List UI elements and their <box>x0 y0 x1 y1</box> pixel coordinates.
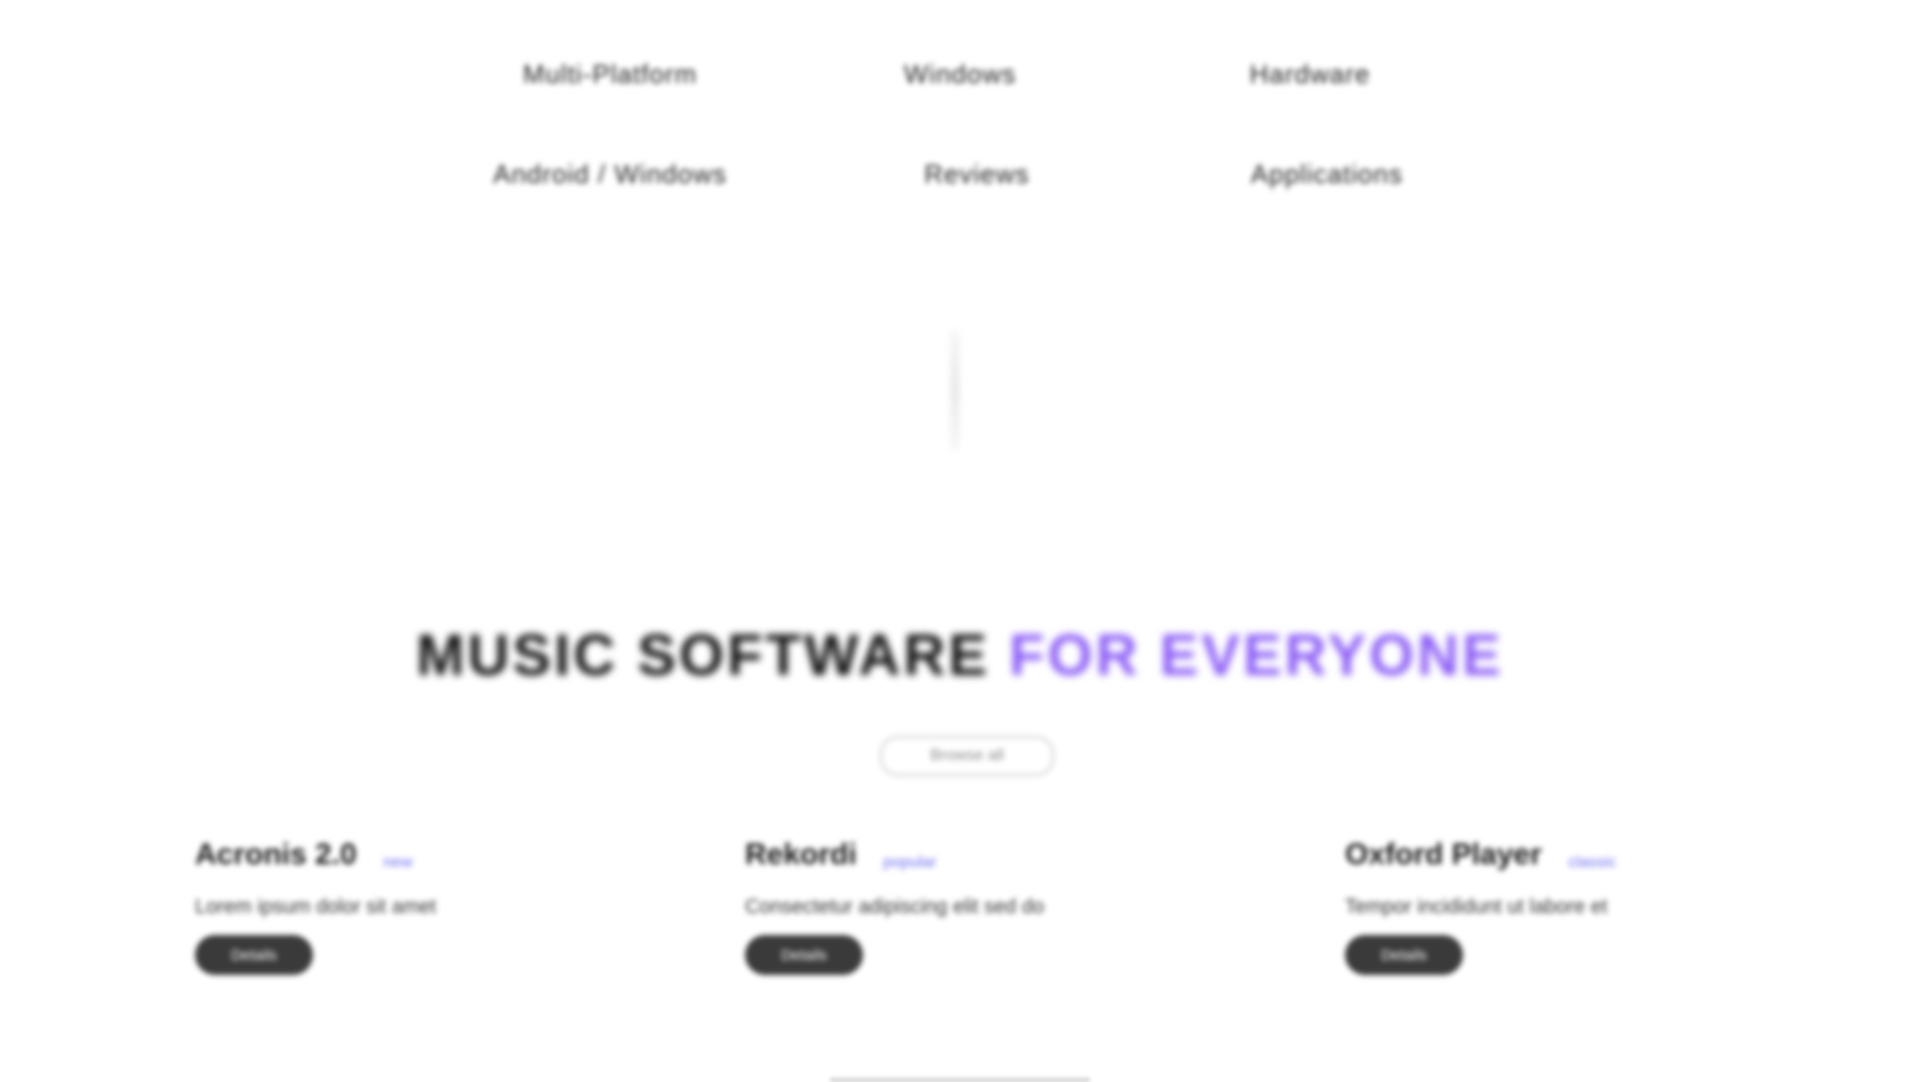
scroll-indicator <box>952 330 958 450</box>
feature-title: Rekordi <box>745 838 857 871</box>
nav-link-reviews[interactable]: Reviews <box>877 159 1077 190</box>
feature-description: Consectetur adipiscing elit sed do <box>745 896 1045 918</box>
feature-card-1: Acronis 2.0 new Lorem ipsum dolor sit am… <box>195 838 615 975</box>
nav-link-multi-platform[interactable]: Multi-Platform <box>510 59 710 90</box>
nav-link-android-windows[interactable]: Android / Windows <box>493 159 727 190</box>
top-navigation: Multi-Platform Windows Hardware Android … <box>0 48 1920 248</box>
feature-title: Acronis 2.0 <box>195 838 357 871</box>
feature-details-button[interactable]: Details <box>1345 935 1463 975</box>
feature-description: Tempor incididunt ut labore et <box>1345 896 1608 918</box>
feature-card-3: Oxford Player classic Tempor incididunt … <box>1345 838 1765 975</box>
feature-details-button[interactable]: Details <box>745 935 863 975</box>
feature-tag: popular <box>883 854 937 871</box>
nav-link-hardware[interactable]: Hardware <box>1210 59 1410 90</box>
headline-accent: FOR EVERYONE <box>1009 623 1504 688</box>
nav-link-windows[interactable]: Windows <box>860 59 1060 90</box>
browse-all-button[interactable]: Browse all <box>880 736 1054 776</box>
feature-details-button[interactable]: Details <box>195 935 313 975</box>
feature-card-2: Rekordi popular Consectetur adipiscing e… <box>745 838 1165 975</box>
footer-divider <box>830 1078 1090 1082</box>
feature-description: Lorem ipsum dolor sit amet <box>195 896 437 918</box>
nav-row-2: Android / Windows Reviews Applications <box>0 148 1920 200</box>
feature-title: Oxford Player <box>1345 838 1542 871</box>
nav-link-applications[interactable]: Applications <box>1227 159 1427 190</box>
hero-headline: MUSIC SOFTWARE FOR EVERYONE <box>0 622 1920 689</box>
nav-row-1: Multi-Platform Windows Hardware <box>0 48 1920 100</box>
headline-main: MUSIC SOFTWARE <box>416 623 990 688</box>
feature-tag: new <box>383 854 413 871</box>
feature-tag: classic <box>1568 854 1617 871</box>
